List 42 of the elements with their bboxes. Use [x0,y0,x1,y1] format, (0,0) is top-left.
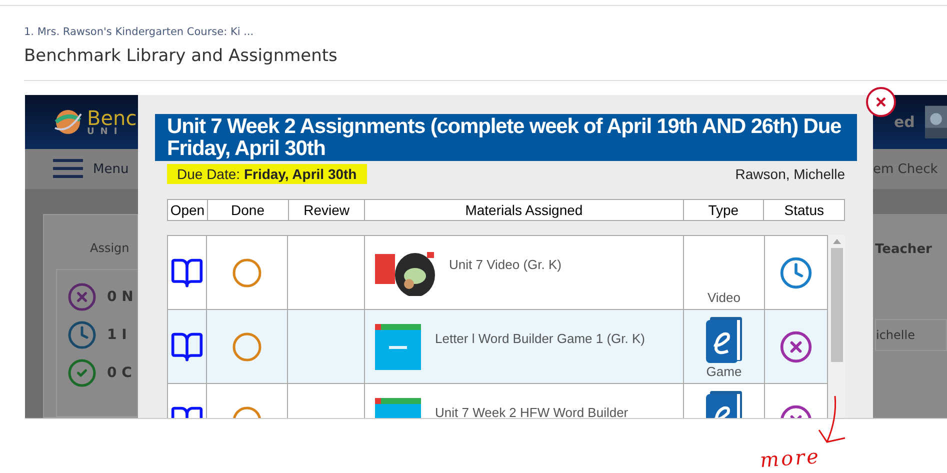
menu-icon[interactable] [53,159,83,179]
panel-heading: Teacher [875,242,933,257]
panel-title: Assign [89,241,130,255]
input-field[interactable]: ichelle [875,319,947,351]
material-title[interactable]: Unit 7 Video (Gr. K) [449,256,562,273]
ebook-icon [706,316,742,362]
logo-text: Benc [87,108,137,128]
scroll-up-icon[interactable] [832,239,840,244]
close-icon[interactable] [876,97,886,107]
material-title[interactable]: Letter l Word Builder Game 1 (Gr. K) [435,330,645,347]
menu-label[interactable]: Menu [93,162,129,176]
page-title: Benchmark Library and Assignments [24,46,338,66]
column-header: Review [288,200,366,220]
scrollbar[interactable] [828,235,845,418]
status-count: 1 I [107,327,127,343]
column-header: Type [684,200,764,220]
check-circle-icon [67,358,97,388]
student-name: Rawson, Michelle [735,166,845,182]
column-header: Open [168,200,208,220]
circle-icon[interactable] [232,332,262,362]
assignment-row[interactable]: Unit 7 Video (Gr. K) Video [168,236,827,310]
globe-logo-icon [53,108,83,136]
handwritten-note: more [759,444,822,472]
dialog-title: Unit 7 Week 2 Assignments (complete week of April 19th AND 26th) Due Friday, April 30th [155,114,857,161]
status-count: 0 C [107,365,132,381]
material-title[interactable]: Unit 7 Week 2 HFW Word Builder [435,404,628,418]
column-header: Done [208,200,289,220]
circle-icon[interactable] [232,258,262,288]
column-header: Materials Assigned [365,200,684,220]
assignment-row[interactable]: Letter l Word Builder Game 1 (Gr. K) Game [168,310,827,384]
clock-icon [67,320,97,350]
close-button[interactable] [866,87,896,117]
type-label: Game [706,364,742,379]
header-text: ed [894,113,915,131]
logo-subtext: UNI [87,128,124,136]
status-count: 0 N [107,289,134,305]
x-circle-icon [67,282,97,312]
breadcrumb[interactable]: 1. Mrs. Rawson's Kindergarten Course: Ki ... [24,26,947,38]
type-label: Video [707,290,740,305]
due-date: Due Date: Friday, April 30th [167,164,367,184]
assignment-row[interactable]: Unit 7 Week 2 HFW Word Builder [168,384,827,418]
column-header: Status [783,201,825,220]
